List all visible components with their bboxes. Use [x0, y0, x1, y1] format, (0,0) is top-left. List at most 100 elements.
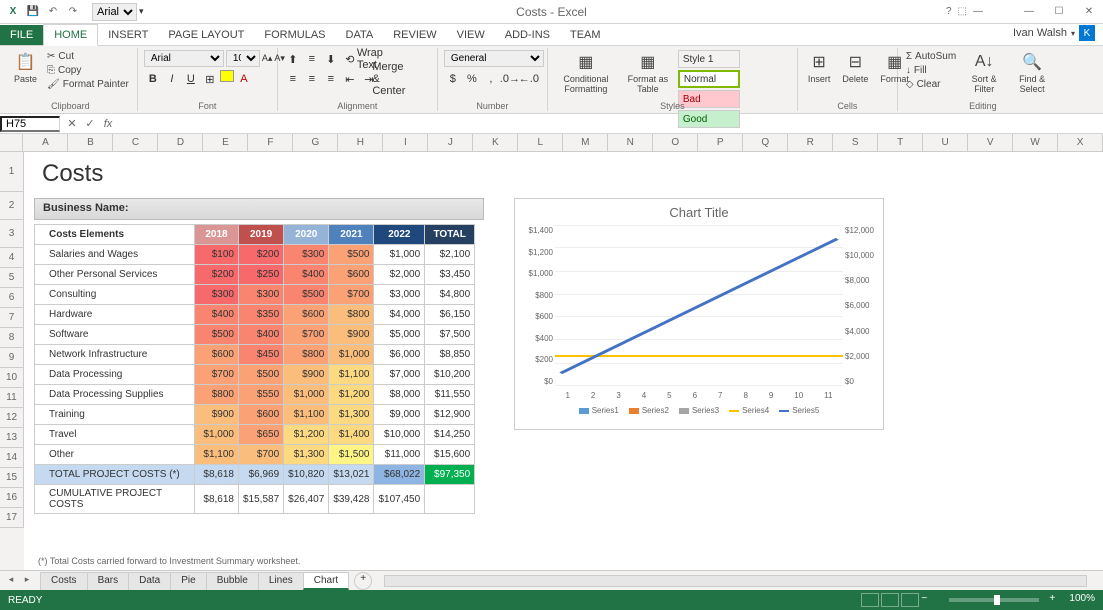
cell[interactable]: $400 — [195, 305, 239, 325]
row-header-9[interactable]: 9 — [0, 348, 24, 368]
table-row[interactable]: Consulting$300$300$500$700$3,000$4,800 — [35, 285, 475, 305]
row-label[interactable]: Network Infrastructure — [35, 345, 195, 365]
table-row[interactable]: Travel$1,000$650$1,200$1,400$10,000$14,2… — [35, 425, 475, 445]
number-format-dropdown[interactable]: General — [444, 50, 544, 67]
cell[interactable]: $8,000 — [374, 385, 425, 405]
cancel-formula-icon[interactable]: ✕ — [64, 116, 80, 132]
cell[interactable]: $1,200 — [329, 385, 374, 405]
col-header-B[interactable]: B — [68, 134, 113, 151]
row-total[interactable]: $7,500 — [425, 325, 475, 345]
row-header-17[interactable]: 17 — [0, 508, 24, 528]
col-header-W[interactable]: W — [1013, 134, 1058, 151]
copy-button[interactable]: ⎘Copy — [45, 64, 131, 77]
col-header-Q[interactable]: Q — [743, 134, 788, 151]
cell[interactable]: $600 — [329, 265, 374, 285]
row-label[interactable]: Other Personal Services — [35, 265, 195, 285]
cell[interactable]: $1,100 — [329, 365, 374, 385]
cell[interactable]: $200 — [195, 265, 239, 285]
insert-button[interactable]: ⊞Insert — [804, 50, 835, 86]
row-header-4[interactable]: 4 — [0, 248, 24, 268]
totals-row[interactable]: TOTAL PROJECT COSTS (*)$8,618$6,969$10,8… — [35, 465, 475, 485]
cell[interactable]: $4,000 — [374, 305, 425, 325]
cell[interactable]: $7,000 — [374, 365, 425, 385]
bold-button[interactable]: B — [144, 70, 162, 88]
style-style1[interactable]: Style 1 — [678, 50, 740, 68]
row-total[interactable]: $11,550 — [425, 385, 475, 405]
tab-team[interactable]: TEAM — [560, 25, 611, 45]
cell[interactable]: $1,100 — [195, 445, 239, 465]
col-header-E[interactable]: E — [203, 134, 248, 151]
row-total[interactable]: $3,450 — [425, 265, 475, 285]
comma-icon[interactable]: , — [482, 70, 500, 88]
cell[interactable]: $450 — [239, 345, 284, 365]
cell[interactable]: $800 — [284, 345, 329, 365]
row-label[interactable]: Travel — [35, 425, 195, 445]
row-total[interactable]: $12,900 — [425, 405, 475, 425]
col-header-R[interactable]: R — [788, 134, 833, 151]
fill-color-button[interactable] — [220, 70, 234, 82]
cell[interactable]: $650 — [239, 425, 284, 445]
row-total[interactable]: $10,200 — [425, 365, 475, 385]
border-button[interactable]: ⊞ — [201, 70, 219, 88]
row-total[interactable]: $6,150 — [425, 305, 475, 325]
row-header-2[interactable]: 2 — [0, 192, 24, 220]
increase-font-icon[interactable]: A▴ — [262, 53, 273, 64]
cell[interactable]: $1,200 — [284, 425, 329, 445]
row-label[interactable]: Software — [35, 325, 195, 345]
cell[interactable]: $400 — [284, 265, 329, 285]
cell[interactable]: $600 — [195, 345, 239, 365]
italic-button[interactable]: I — [163, 70, 181, 88]
row-total[interactable]: $15,600 — [425, 445, 475, 465]
cell[interactable]: $600 — [239, 405, 284, 425]
cell[interactable]: $250 — [239, 265, 284, 285]
cell[interactable]: $700 — [329, 285, 374, 305]
merge-center-button[interactable]: Merge & Center — [379, 70, 399, 88]
row-label[interactable]: Salaries and Wages — [35, 245, 195, 265]
row-label[interactable]: Training — [35, 405, 195, 425]
row-header-7[interactable]: 7 — [0, 308, 24, 328]
col-header-N[interactable]: N — [608, 134, 653, 151]
normal-view-icon[interactable] — [861, 593, 879, 607]
worksheet-grid[interactable]: 1234567891011121314151617 Costs Business… — [0, 152, 1103, 570]
sheet-tab-chart[interactable]: Chart — [303, 572, 349, 590]
cell[interactable]: $100 — [195, 245, 239, 265]
format-painter-button[interactable]: 🖌Format Painter — [45, 78, 131, 91]
cell[interactable]: $500 — [329, 245, 374, 265]
excel-icon[interactable]: X — [4, 3, 22, 21]
col-header-T[interactable]: T — [878, 134, 923, 151]
sheet-tab-data[interactable]: Data — [128, 572, 171, 590]
table-row[interactable]: Data Processing Supplies$800$550$1,000$1… — [35, 385, 475, 405]
tab-addins[interactable]: ADD-INS — [495, 25, 560, 45]
table-row[interactable]: Network Infrastructure$600$450$800$1,000… — [35, 345, 475, 365]
close-icon[interactable]: ✕ — [1075, 2, 1103, 22]
cell[interactable]: $1,300 — [284, 445, 329, 465]
cell[interactable]: $5,000 — [374, 325, 425, 345]
enter-formula-icon[interactable]: ✓ — [82, 116, 98, 132]
cell[interactable]: $700 — [195, 365, 239, 385]
align-right-icon[interactable]: ≡ — [322, 70, 340, 88]
row-header-8[interactable]: 8 — [0, 328, 24, 348]
sheet-nav-first-icon[interactable]: ◂ — [4, 574, 18, 588]
cell[interactable]: $10,000 — [374, 425, 425, 445]
paste-button[interactable]: 📋Paste — [10, 50, 41, 86]
page-layout-view-icon[interactable] — [881, 593, 899, 607]
col-header-J[interactable]: J — [428, 134, 473, 151]
row-header-12[interactable]: 12 — [0, 408, 24, 428]
tab-file[interactable]: FILE — [0, 25, 43, 45]
row-header-16[interactable]: 16 — [0, 488, 24, 508]
business-name-row[interactable]: Business Name: — [34, 198, 484, 220]
cell[interactable]: $1,300 — [329, 405, 374, 425]
style-good[interactable]: Good — [678, 110, 740, 128]
cell[interactable]: $800 — [329, 305, 374, 325]
cell[interactable]: $1,000 — [195, 425, 239, 445]
tab-data[interactable]: DATA — [336, 25, 384, 45]
row-header-10[interactable]: 10 — [0, 368, 24, 388]
decrease-decimal-icon[interactable]: ←.0 — [520, 70, 538, 88]
cell[interactable]: $1,500 — [329, 445, 374, 465]
col-header-F[interactable]: F — [248, 134, 293, 151]
row-header-15[interactable]: 15 — [0, 468, 24, 488]
cell[interactable]: $200 — [239, 245, 284, 265]
cut-button[interactable]: ✂Cut — [45, 50, 131, 63]
row-label[interactable]: Other — [35, 445, 195, 465]
currency-icon[interactable]: $ — [444, 70, 462, 88]
